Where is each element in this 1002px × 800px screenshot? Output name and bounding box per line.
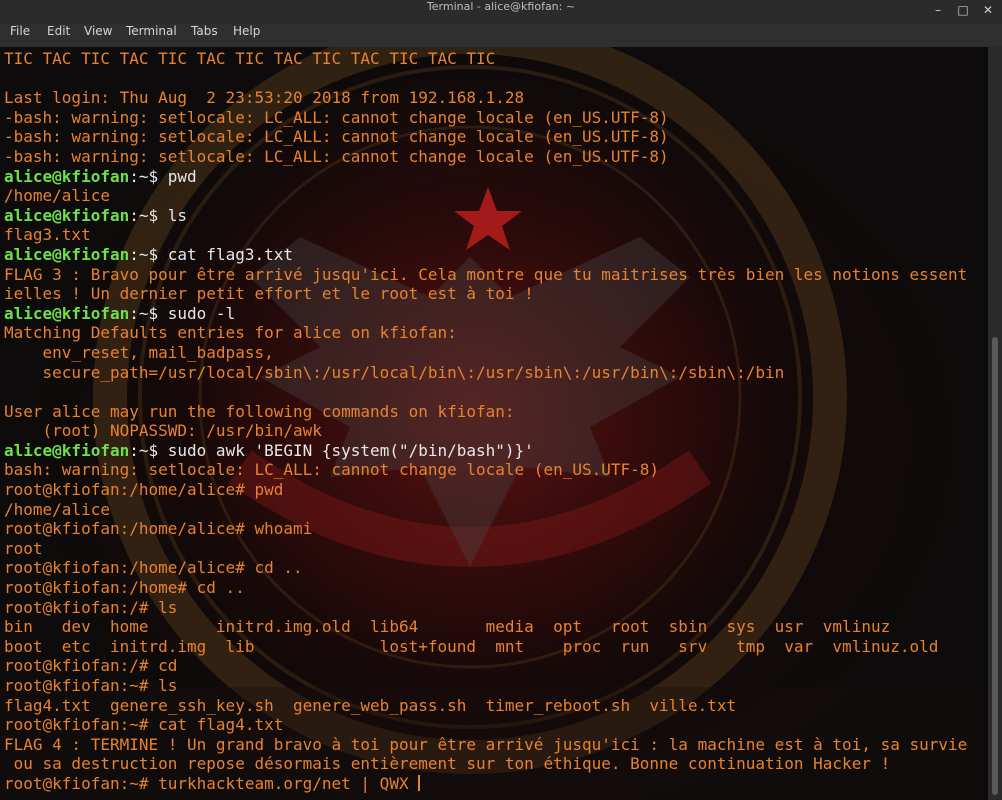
terminal-line: Matching Defaults entries for alice on k… <box>4 323 967 343</box>
terminal-text: flag3.txt <box>4 225 91 245</box>
scroll-thumb[interactable] <box>992 337 998 795</box>
terminal-text: TIC TAC TIC TAC TIC TAC TIC TAC TIC TAC … <box>4 49 496 68</box>
terminal-text: :~$ ls <box>129 205 188 225</box>
terminal-text: /home/alice <box>4 499 110 519</box>
menu-view[interactable]: View <box>84 24 112 38</box>
terminal-line: flag3.txt <box>4 225 967 245</box>
terminal-text: root <box>4 538 43 558</box>
terminal-text: /home/alice <box>4 186 110 206</box>
terminal-text: flag4.txt genere_ssh_key.sh genere_web_p… <box>4 695 737 715</box>
window-title: Terminal - alice@kfiofan: ~ <box>426 0 576 13</box>
prompt-user: alice@kfiofan <box>4 166 130 186</box>
terminal-text: -bash: warning: setlocale: LC_ALL: canno… <box>4 146 669 166</box>
terminal-text: -bash: warning: setlocale: LC_ALL: canno… <box>4 107 669 127</box>
terminal-line: alice@kfiofan:~$ sudo awk 'BEGIN {system… <box>4 441 967 461</box>
terminal-text: root@kfiofan:/home/alice# pwd <box>4 480 284 500</box>
terminal-line: alice@kfiofan:~$ ls <box>4 206 967 226</box>
terminal-text: :~$ sudo -l <box>129 303 236 323</box>
terminal-text: (root) NOPASSWD: /usr/bin/awk <box>4 421 322 441</box>
terminal-text: bin dev home initrd.img.old lib64 media … <box>4 617 891 637</box>
terminal-text: bash: warning: setlocale: LC_ALL: cannot… <box>4 460 660 480</box>
terminal-line: root@kfiofan:/home/alice# cd .. <box>4 558 967 578</box>
terminal-line: -bash: warning: setlocale: LC_ALL: canno… <box>4 147 967 167</box>
terminal-text: :~$ sudo awk 'BEGIN {system("/bin/bash")… <box>129 440 534 460</box>
terminal-text: :~$ cat flag3.txt <box>129 244 293 264</box>
terminal-line: secure_path=/usr/local/sbin\:/usr/local/… <box>4 363 967 383</box>
terminal-line: flag4.txt genere_ssh_key.sh genere_web_p… <box>4 696 967 716</box>
terminal-text: ielles ! Un dernier petit effort et le r… <box>4 284 534 304</box>
terminal-line: root@kfiofan:~# cat flag4.txt <box>4 715 967 735</box>
terminal-text: root@kfiofan:~# turkhackteam.org/net | Q… <box>4 773 419 793</box>
terminal-line: alice@kfiofan:~$ pwd <box>4 167 967 187</box>
terminal-output: TIC TAC TIC TAC TIC TAC TIC TAC TIC TAC … <box>4 49 967 794</box>
terminal-text: root@kfiofan:/home/alice# whoami <box>4 519 313 539</box>
menu-edit[interactable]: Edit <box>47 24 70 38</box>
terminal-line: root@kfiofan:~# turkhackteam.org/net | Q… <box>4 774 967 794</box>
terminal-text: root@kfiofan:/home/alice# cd .. <box>4 558 303 578</box>
menu-file[interactable]: File <box>10 24 30 38</box>
terminal-text: :~$ pwd <box>129 166 197 186</box>
terminal-line: root@kfiofan:~# ls <box>4 676 967 696</box>
menu-bar: File Edit View Terminal Tabs Help <box>0 24 1002 47</box>
terminal-text: root@kfiofan:/# cd <box>4 656 178 676</box>
terminal-text: env_reset, mail_badpass, <box>4 342 274 362</box>
terminal-text: root@kfiofan:~# ls <box>4 676 178 695</box>
terminal-line: FLAG 4 : TERMINE ! Un grand bravo à toi … <box>4 735 967 755</box>
terminal-line: bash: warning: setlocale: LC_ALL: cannot… <box>4 460 967 480</box>
terminal-text: Matching Defaults entries for alice on k… <box>4 323 457 343</box>
maximize-icon[interactable]: □ <box>955 3 971 19</box>
terminal-line: ielles ! Un dernier petit effort et le r… <box>4 284 967 304</box>
terminal-line: alice@kfiofan:~$ cat flag3.txt <box>4 245 967 265</box>
terminal-text: secure_path=/usr/local/sbin\:/usr/local/… <box>4 362 785 382</box>
menu-terminal[interactable]: Terminal <box>126 24 177 38</box>
terminal-line: root@kfiofan:/# ls <box>4 598 967 618</box>
terminal-text: root@kfiofan:/# ls <box>4 597 178 617</box>
terminal-text: Last login: Thu Aug 2 23:53:20 2018 from… <box>4 88 525 108</box>
terminal-line: User alice may run the following command… <box>4 402 967 422</box>
prompt-user: alice@kfiofan <box>4 440 130 460</box>
terminal-text: root@kfiofan:/home# cd .. <box>4 578 245 598</box>
terminal-line: root@kfiofan:/home/alice# pwd <box>4 480 967 500</box>
terminal-line: root@kfiofan:/home# cd .. <box>4 578 967 598</box>
terminal-text: -bash: warning: setlocale: LC_ALL: canno… <box>4 127 669 147</box>
terminal-line: bin dev home initrd.img.old lib64 media … <box>4 617 967 637</box>
terminal-line: /home/alice <box>4 186 967 206</box>
menu-help[interactable]: Help <box>233 24 260 38</box>
terminal-text: root@kfiofan:~# cat flag4.txt <box>4 715 284 735</box>
terminal-line: root <box>4 539 967 559</box>
terminal-area[interactable]: TIC TAC TIC TAC TIC TAC TIC TAC TIC TAC … <box>0 47 988 800</box>
terminal-window: Terminal - alice@kfiofan: ~ – □ ✕ File E… <box>0 0 1002 800</box>
terminal-line: boot etc initrd.img lib lost+found mnt p… <box>4 637 967 657</box>
terminal-line: -bash: warning: setlocale: LC_ALL: canno… <box>4 108 967 128</box>
title-bar[interactable]: Terminal - alice@kfiofan: ~ – □ ✕ <box>0 0 1002 25</box>
terminal-line: /home/alice <box>4 500 967 520</box>
terminal-text: boot etc initrd.img lib lost+found mnt p… <box>4 636 939 656</box>
menu-tabs[interactable]: Tabs <box>191 24 218 38</box>
terminal-text: FLAG 4 : TERMINE ! Un grand bravo à toi … <box>4 734 968 754</box>
terminal-line: root@kfiofan:/home/alice# whoami <box>4 519 967 539</box>
terminal-line: root@kfiofan:/# cd <box>4 656 967 676</box>
close-icon[interactable]: ✕ <box>980 3 996 19</box>
terminal-line: -bash: warning: setlocale: LC_ALL: canno… <box>4 127 967 147</box>
minimize-icon[interactable]: – <box>930 3 946 19</box>
text-cursor <box>418 774 421 791</box>
prompt-user: alice@kfiofan <box>4 205 130 225</box>
terminal-line: alice@kfiofan:~$ sudo -l <box>4 304 967 324</box>
terminal-line: env_reset, mail_badpass, <box>4 343 967 363</box>
terminal-line: TIC TAC TIC TAC TIC TAC TIC TAC TIC TAC … <box>4 49 967 69</box>
terminal-line: (root) NOPASSWD: /usr/bin/awk <box>4 421 967 441</box>
prompt-user: alice@kfiofan <box>4 244 130 264</box>
terminal-text: FLAG 3 : Bravo pour être arrivé jusqu'ic… <box>4 264 968 284</box>
terminal-line: FLAG 3 : Bravo pour être arrivé jusqu'ic… <box>4 265 967 285</box>
terminal-text: ou sa destruction repose désormais entiè… <box>4 754 891 774</box>
terminal-line: Last login: Thu Aug 2 23:53:20 2018 from… <box>4 88 967 108</box>
terminal-line: ou sa destruction repose désormais entiè… <box>4 754 967 774</box>
vertical-scrollbar[interactable] <box>988 47 1002 800</box>
terminal-text: User alice may run the following command… <box>4 401 515 421</box>
prompt-user: alice@kfiofan <box>4 303 130 323</box>
